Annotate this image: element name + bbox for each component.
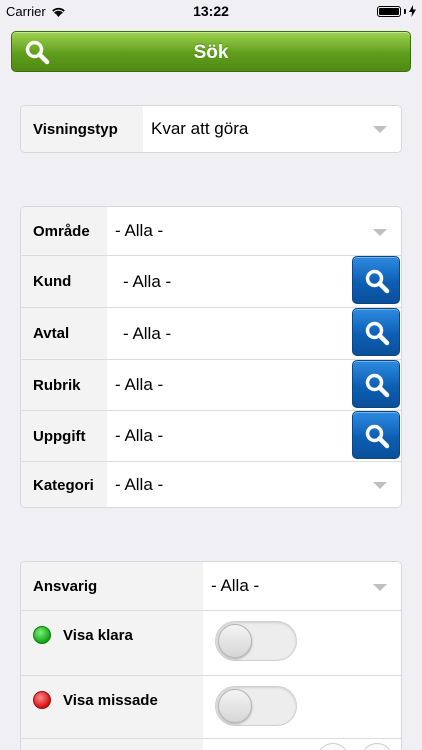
search-icon [365, 424, 390, 449]
missed-circle-icon [33, 691, 51, 709]
category-select[interactable]: - Alla - [107, 462, 401, 507]
view-type-card: Visningstyp Kvar att göra [20, 105, 402, 153]
customer-row: Kund - Alla - [21, 256, 401, 307]
area-row[interactable]: Område - Alla - [21, 207, 401, 255]
show-done-label: Visa klara [63, 627, 133, 644]
contract-label: Avtal [21, 308, 107, 359]
contract-row: Avtal - Alla - [21, 308, 401, 359]
status-right [377, 5, 416, 17]
round-button[interactable] [361, 743, 393, 750]
search-icon [365, 373, 390, 398]
heading-row: Rubrik - Alla - [21, 360, 401, 410]
toggle-knob [218, 624, 252, 658]
customer-search-button[interactable] [352, 256, 400, 304]
show-done-toggle[interactable] [215, 621, 297, 661]
task-search-button[interactable] [352, 411, 400, 459]
show-done-row: Visa klara [21, 611, 401, 675]
view-type-row[interactable]: Visningstyp Kvar att göra [21, 106, 401, 152]
battery-icon [377, 5, 401, 17]
customer-field[interactable]: - Alla - [107, 256, 351, 307]
chevron-down-icon [373, 482, 387, 489]
show-done-label-cell: Visa klara [21, 611, 203, 675]
partial-row [21, 739, 401, 750]
partial-label-cell [21, 739, 203, 750]
chevron-down-icon [373, 229, 387, 236]
battery-tip [404, 8, 406, 14]
filters-card: Område - Alla - Kund - Alla - Avtal - Al… [20, 206, 402, 508]
status-bar: Carrier 13:22 [0, 0, 422, 22]
search-icon [365, 321, 390, 346]
task-label: Uppgift [21, 411, 107, 461]
customer-label: Kund [21, 256, 107, 307]
options-card: Ansvarig - Alla - Visa klara Visa missad… [20, 561, 402, 750]
contract-search-button[interactable] [352, 308, 400, 356]
category-label: Kategori [21, 462, 107, 507]
search-button-label: Sök [193, 42, 229, 63]
responsible-select[interactable]: - Alla - [203, 562, 401, 610]
check-circle-icon [33, 626, 51, 644]
view-type-select[interactable]: Kvar att göra [143, 106, 401, 152]
view-type-label: Visningstyp [21, 106, 143, 152]
area-select[interactable]: - Alla - [107, 207, 401, 255]
show-missed-label-cell: Visa missade [21, 676, 203, 738]
chevron-down-icon [373, 584, 387, 591]
chevron-down-icon [373, 126, 387, 133]
task-row: Uppgift - Alla - [21, 411, 401, 461]
search-button[interactable]: Sök [11, 31, 411, 72]
heading-search-button[interactable] [352, 360, 400, 408]
contract-field[interactable]: - Alla - [107, 308, 351, 359]
task-field[interactable]: - Alla - [107, 411, 351, 461]
charging-icon [409, 5, 416, 17]
clock: 13:22 [193, 3, 229, 19]
heading-field[interactable]: - Alla - [107, 360, 351, 410]
responsible-row[interactable]: Ansvarig - Alla - [21, 562, 401, 610]
toggle-knob [218, 689, 252, 723]
round-button[interactable] [317, 743, 349, 750]
search-icon [365, 269, 390, 294]
show-missed-toggle[interactable] [215, 686, 297, 726]
category-row[interactable]: Kategori - Alla - [21, 462, 401, 507]
show-missed-row: Visa missade [21, 676, 401, 738]
heading-label: Rubrik [21, 360, 107, 410]
responsible-label: Ansvarig [21, 562, 203, 610]
show-missed-label: Visa missade [63, 692, 158, 709]
area-label: Område [21, 207, 107, 255]
